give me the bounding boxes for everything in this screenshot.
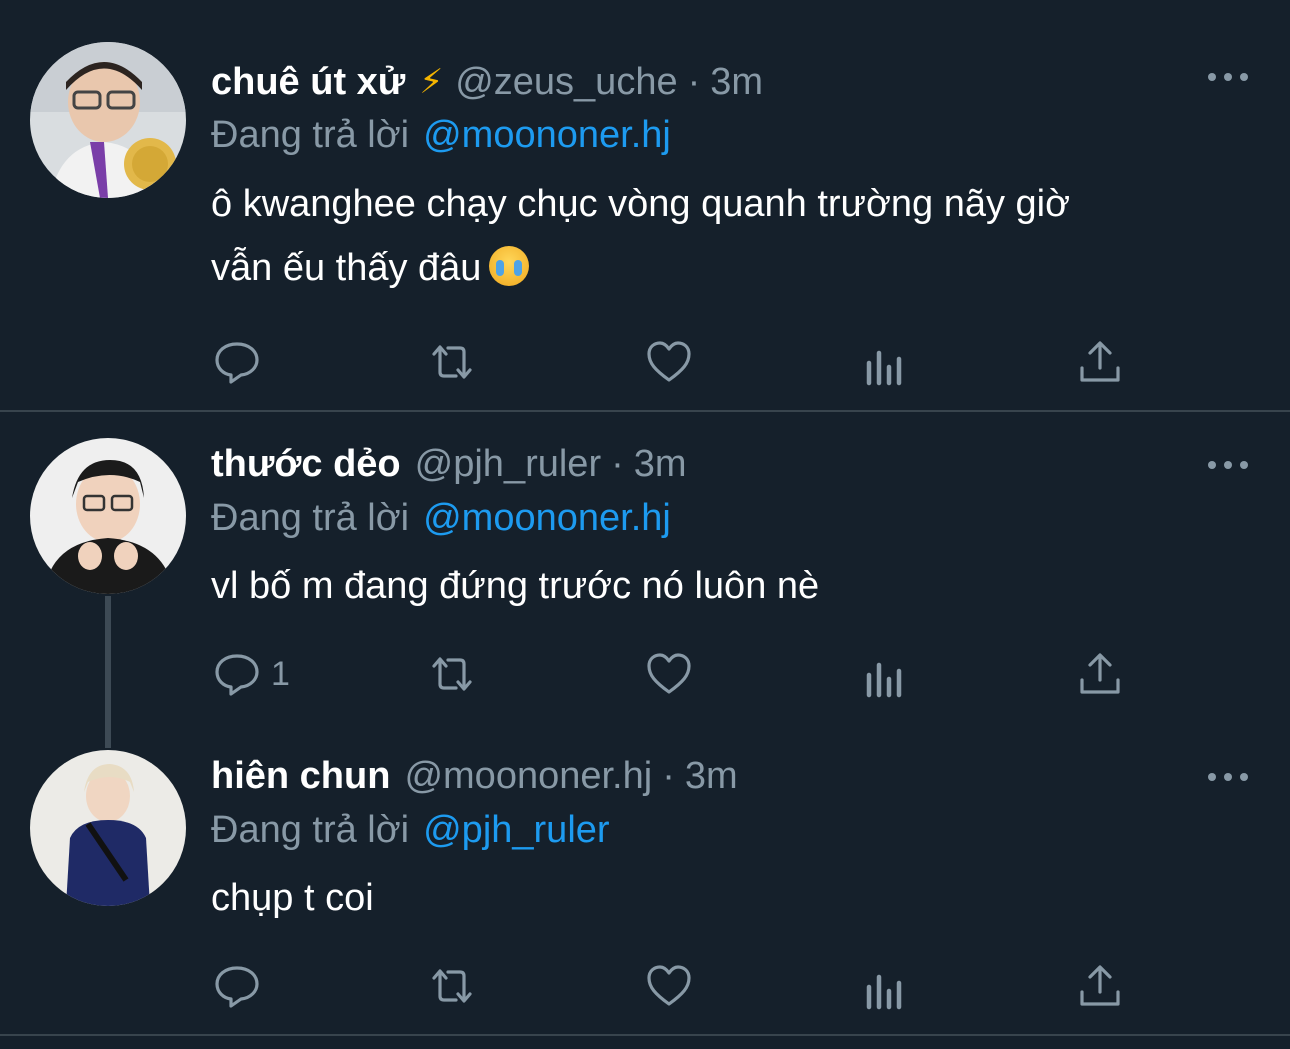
tweet-2[interactable]: thước dẻo @pjh_ruler · 3m Đang trả lời @… (0, 412, 1290, 732)
views-button[interactable] (861, 340, 909, 390)
like-button[interactable] (645, 649, 693, 699)
share-icon (1080, 341, 1120, 382)
tweet-1[interactable]: chuê út xử ⚡ @zeus_uche · 3m Đang trả lờ… (0, 0, 1290, 410)
reply-button[interactable] (213, 961, 271, 1011)
more-horizontal-icon[interactable] (1208, 67, 1248, 87)
separator: · (662, 754, 675, 797)
reply-to-handle[interactable]: @pjh_ruler (423, 809, 609, 852)
reply-button[interactable]: 1 (213, 649, 290, 699)
views-button[interactable] (861, 652, 909, 702)
retweet-button[interactable] (428, 337, 476, 387)
retweet-button[interactable] (428, 961, 476, 1011)
reply-context: Đang trả lời @pjh_ruler (211, 805, 610, 855)
heart-icon (647, 341, 691, 382)
display-name[interactable]: thước dẻo (211, 443, 401, 486)
reply-button[interactable] (213, 337, 271, 387)
heart-icon (647, 653, 691, 694)
timestamp[interactable]: 3m (710, 61, 763, 104)
timestamp[interactable]: 3m (634, 443, 687, 486)
avatar[interactable] (30, 42, 186, 198)
separator: · (611, 442, 624, 485)
more-horizontal-icon[interactable] (1208, 455, 1248, 475)
reply-to-handle[interactable]: @moononer.hj (423, 114, 671, 157)
share-button[interactable] (1076, 337, 1124, 387)
display-name[interactable]: chuê út xử (211, 61, 405, 104)
retweet-icon (432, 345, 472, 379)
share-button[interactable] (1076, 961, 1124, 1011)
reply-label: Đang trả lời (211, 496, 410, 539)
retweet-button[interactable] (428, 649, 476, 699)
share-button[interactable] (1076, 649, 1124, 699)
tweet-header: hiên chun @moononer.hj · 3m (211, 751, 738, 801)
crying-face-emoji (489, 246, 530, 286)
analytics-icon (866, 974, 902, 1010)
tweet-text: vl bố m đang đứng trước nó luôn nè (211, 565, 820, 607)
tweet-text-line: ô kwanghee chạy chục vòng quanh trường n… (211, 183, 1071, 225)
reply-bubble-icon (215, 342, 259, 384)
handle[interactable]: @pjh_ruler (415, 443, 601, 486)
reply-context: Đang trả lời @moononer.hj (211, 110, 671, 160)
reply-label: Đang trả lời (211, 808, 410, 851)
reply-count: 1 (271, 654, 290, 693)
heart-icon (647, 965, 691, 1006)
retweet-icon (432, 657, 472, 691)
tweet-header: chuê út xử ⚡ @zeus_uche · 3m (211, 57, 763, 107)
reply-context: Đang trả lời @moononer.hj (211, 493, 671, 543)
retweet-icon (432, 969, 472, 1003)
avatar[interactable] (30, 438, 186, 594)
reply-bubble-icon (215, 966, 259, 1008)
handle[interactable]: @zeus_uche (455, 61, 677, 104)
like-button[interactable] (645, 337, 693, 387)
tweet-header: thước dẻo @pjh_ruler · 3m (211, 439, 687, 489)
timestamp[interactable]: 3m (685, 755, 738, 798)
tweet-text: ô kwanghee chạy chục vòng quanh trường n… (211, 172, 1231, 300)
share-icon (1080, 653, 1120, 694)
tweet-3[interactable]: hiên chun @moononer.hj · 3m Đang trả lời… (0, 732, 1290, 1032)
share-icon (1080, 965, 1120, 1006)
views-button[interactable] (861, 964, 909, 1014)
tweet-text: chụp t coi (211, 877, 374, 919)
analytics-icon (866, 662, 902, 698)
reply-to-handle[interactable]: @moononer.hj (423, 497, 671, 540)
reply-bubble-icon (215, 654, 259, 696)
separator: · (687, 60, 701, 103)
like-button[interactable] (645, 961, 693, 1011)
handle[interactable]: @moononer.hj (404, 755, 652, 798)
analytics-icon (866, 350, 902, 386)
tweet-text-line: vẫn ếu thấy đâu (211, 236, 1231, 300)
avatar[interactable] (30, 750, 186, 906)
lightning-icon: ⚡ (419, 63, 444, 101)
more-horizontal-icon[interactable] (1208, 767, 1248, 787)
display-name[interactable]: hiên chun (211, 755, 390, 798)
divider (0, 1034, 1290, 1036)
reply-label: Đang trả lời (211, 113, 410, 156)
